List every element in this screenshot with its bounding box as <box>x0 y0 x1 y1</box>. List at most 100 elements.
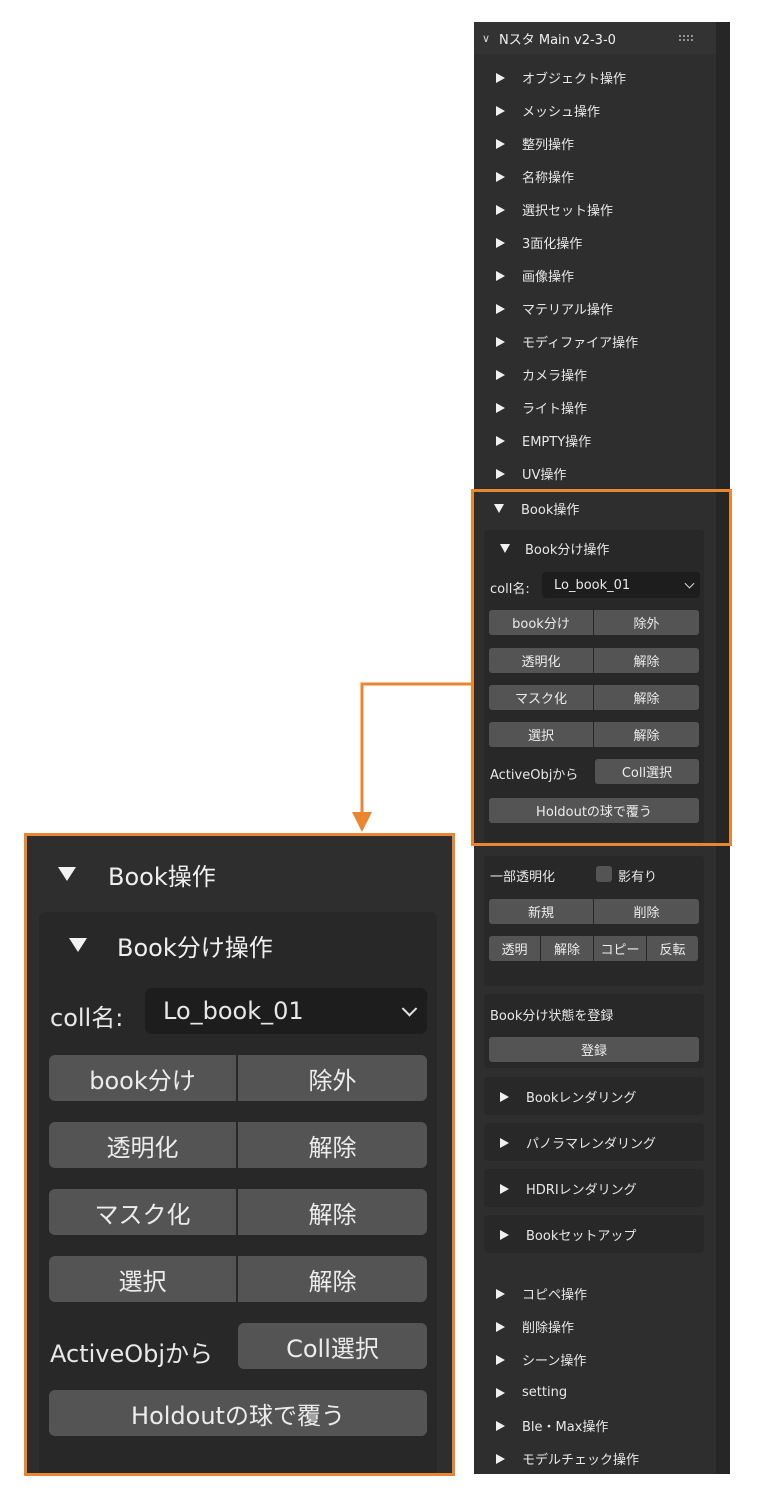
zoom-transparent-button[interactable]: 透明化 <box>49 1122 236 1168</box>
menu-item-book[interactable]: Book操作 <box>474 492 716 525</box>
zoom-transparent-release-button[interactable]: 解除 <box>238 1122 427 1168</box>
zoom-book-split-row: book分け 除外 <box>49 1055 427 1101</box>
invert-button[interactable]: 反転 <box>647 936 698 961</box>
new-delete-row: 新規 削除 <box>489 899 699 924</box>
menu-item-copy-paste[interactable]: コピペ操作 <box>474 1277 716 1310</box>
coll-label: coll名: <box>490 582 530 597</box>
menu-item-align[interactable]: 整列操作 <box>474 127 716 160</box>
triangle-right-icon <box>496 270 505 281</box>
triangle-right-icon <box>496 303 505 314</box>
triangle-right-icon <box>496 1321 505 1332</box>
zoom-book-header[interactable]: Book操作 <box>58 857 216 891</box>
menu-item-model-check[interactable]: モデルチェック操作 <box>474 1442 716 1474</box>
zoom-split-header[interactable]: Book分け操作 <box>69 928 273 962</box>
delete-button[interactable]: 削除 <box>594 899 699 924</box>
zoom-detail: Book操作 Book分け操作 coll名: Lo_book_01 book分け… <box>24 833 454 1475</box>
zoom-mask-release-button[interactable]: 解除 <box>238 1189 427 1235</box>
transparent-release-button[interactable]: 解除 <box>594 648 699 673</box>
select-button[interactable]: 選択 <box>489 722 593 747</box>
clear-button[interactable]: 透明 <box>489 936 540 961</box>
triangle-down-icon <box>500 544 510 553</box>
zoom-coll-label: coll名: <box>50 1004 124 1032</box>
shadow-label: 影有り <box>618 870 658 885</box>
mask-row: マスク化 解除 <box>489 685 699 710</box>
triangle-right-icon <box>496 336 505 347</box>
menu-item-ble-max[interactable]: Ble・Max操作 <box>474 1409 716 1442</box>
menu-item-uv[interactable]: UV操作 <box>474 457 716 490</box>
zoom-book-split-button[interactable]: book分け <box>49 1055 236 1101</box>
zoom-mask-row: マスク化 解除 <box>49 1189 427 1235</box>
zoom-select-release-button[interactable]: 解除 <box>238 1256 427 1302</box>
select-row: 選択 解除 <box>489 722 699 747</box>
mask-button[interactable]: マスク化 <box>489 685 593 710</box>
select-release-button[interactable]: 解除 <box>594 722 699 747</box>
triangle-right-icon <box>496 138 505 149</box>
exclude-button[interactable]: 除外 <box>594 610 699 635</box>
menu-item-3view[interactable]: 3面化操作 <box>474 226 716 259</box>
zoom-coll-select-button[interactable]: Coll選択 <box>238 1323 427 1369</box>
triangle-right-icon <box>500 1183 509 1194</box>
triangle-down-icon <box>494 504 504 513</box>
zoom-holdout-button[interactable]: Holdoutの球で覆う <box>49 1390 427 1436</box>
triangle-right-icon <box>496 1420 505 1431</box>
triangle-right-icon <box>496 1354 505 1365</box>
register-box: Book分け状態を登録 登録 <box>484 994 704 1068</box>
menu-item-empty[interactable]: EMPTY操作 <box>474 424 716 457</box>
n-panel: ∨ Nスタ Main v2-3-0 オブジェクト操作 メッシュ操作 整列操作 名… <box>474 22 730 1474</box>
subpanel-book-rendering[interactable]: Bookレンダリング <box>484 1077 704 1115</box>
panel-header[interactable]: ∨ Nスタ Main v2-3-0 <box>474 22 716 54</box>
transparent-row: 透明化 解除 <box>489 648 699 673</box>
menu-item-modifier[interactable]: モディファイア操作 <box>474 325 716 358</box>
menu-item-name[interactable]: 名称操作 <box>474 160 716 193</box>
triangle-right-icon <box>500 1229 509 1240</box>
menu-item-scene[interactable]: シーン操作 <box>474 1343 716 1376</box>
zoom-coll-dropdown[interactable]: Lo_book_01 <box>145 988 427 1034</box>
book-split-button[interactable]: book分け <box>489 610 593 635</box>
mask-release-button[interactable]: 解除 <box>594 685 699 710</box>
panel-title: Nスタ Main v2-3-0 <box>499 32 616 48</box>
new-button[interactable]: 新規 <box>489 899 593 924</box>
zoom-mask-button[interactable]: マスク化 <box>49 1189 236 1235</box>
menu-item-mesh[interactable]: メッシュ操作 <box>474 94 716 127</box>
subpanel-hdri-rendering[interactable]: HDRIレンダリング <box>484 1169 704 1207</box>
triangle-right-icon <box>496 1387 505 1398</box>
menu-item-camera[interactable]: カメラ操作 <box>474 358 716 391</box>
register-label: Book分け状態を登録 <box>490 1009 614 1024</box>
triangle-down-icon <box>69 938 87 952</box>
zoom-exclude-button[interactable]: 除外 <box>238 1055 427 1101</box>
transparent-button[interactable]: 透明化 <box>489 648 593 673</box>
menu-item-setting[interactable]: setting <box>474 1376 716 1409</box>
zoom-select-row: 選択 解除 <box>49 1256 427 1302</box>
shadow-checkbox[interactable] <box>596 866 612 882</box>
triangle-right-icon <box>496 435 505 446</box>
register-button[interactable]: 登録 <box>489 1037 699 1062</box>
zoom-select-button[interactable]: 選択 <box>49 1256 236 1302</box>
menu-item-image[interactable]: 画像操作 <box>474 259 716 292</box>
subpanel-book-setup[interactable]: Bookセットアップ <box>484 1215 704 1253</box>
copy-button[interactable]: コピー <box>594 936 646 961</box>
menu-item-object[interactable]: オブジェクト操作 <box>474 61 716 94</box>
triangle-right-icon <box>496 237 505 248</box>
chevron-down-icon <box>401 1001 418 1017</box>
menu-item-material[interactable]: マテリアル操作 <box>474 292 716 325</box>
menu-item-delete[interactable]: 削除操作 <box>474 1310 716 1343</box>
partial-label: 一部透明化 <box>490 870 556 885</box>
book-split-box: Book分け操作 coll名: Lo_book_01 book分け 除外 透明化… <box>484 530 704 842</box>
release-button[interactable]: 解除 <box>541 936 593 961</box>
triangle-right-icon <box>496 72 505 83</box>
drag-grip-icon[interactable] <box>678 34 694 42</box>
menu-item-selection-set[interactable]: 選択セット操作 <box>474 193 716 226</box>
subpanel-panorama-rendering[interactable]: パノラマレンダリング <box>484 1123 704 1161</box>
partial-transparency-box: 一部透明化 影有り 新規 削除 透明 解除 コピー 反転 <box>484 856 704 986</box>
scrollbar-strip[interactable] <box>716 22 730 1474</box>
partial-actions-row: 透明 解除 コピー 反転 <box>489 936 698 961</box>
coll-select-button[interactable]: Coll選択 <box>595 759 699 784</box>
triangle-right-icon <box>500 1137 509 1148</box>
menu-item-light[interactable]: ライト操作 <box>474 391 716 424</box>
holdout-button[interactable]: Holdoutの球で覆う <box>489 798 699 823</box>
triangle-right-icon <box>500 1091 509 1102</box>
triangle-right-icon <box>496 402 505 413</box>
arrow-head-icon <box>352 812 372 832</box>
coll-dropdown[interactable]: Lo_book_01 <box>542 572 700 598</box>
book-split-header[interactable]: Book分け操作 <box>484 532 704 565</box>
